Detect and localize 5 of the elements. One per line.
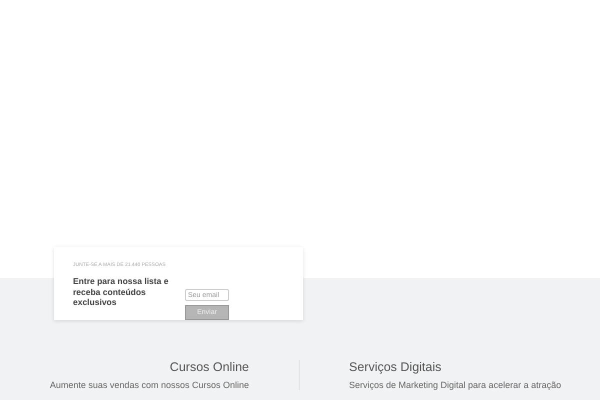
feature-description: Aumente suas vendas com nossos Cursos Online [48, 380, 249, 390]
feature-title: Serviços Digitais [349, 360, 442, 374]
feature-title: Cursos Online [168, 360, 249, 374]
signup-heading: Entre para nossa lista e receba conteúdos exclusivos [73, 276, 170, 308]
feature-description: Serviços de Marketing Digital para acelerar a atração [349, 380, 562, 390]
